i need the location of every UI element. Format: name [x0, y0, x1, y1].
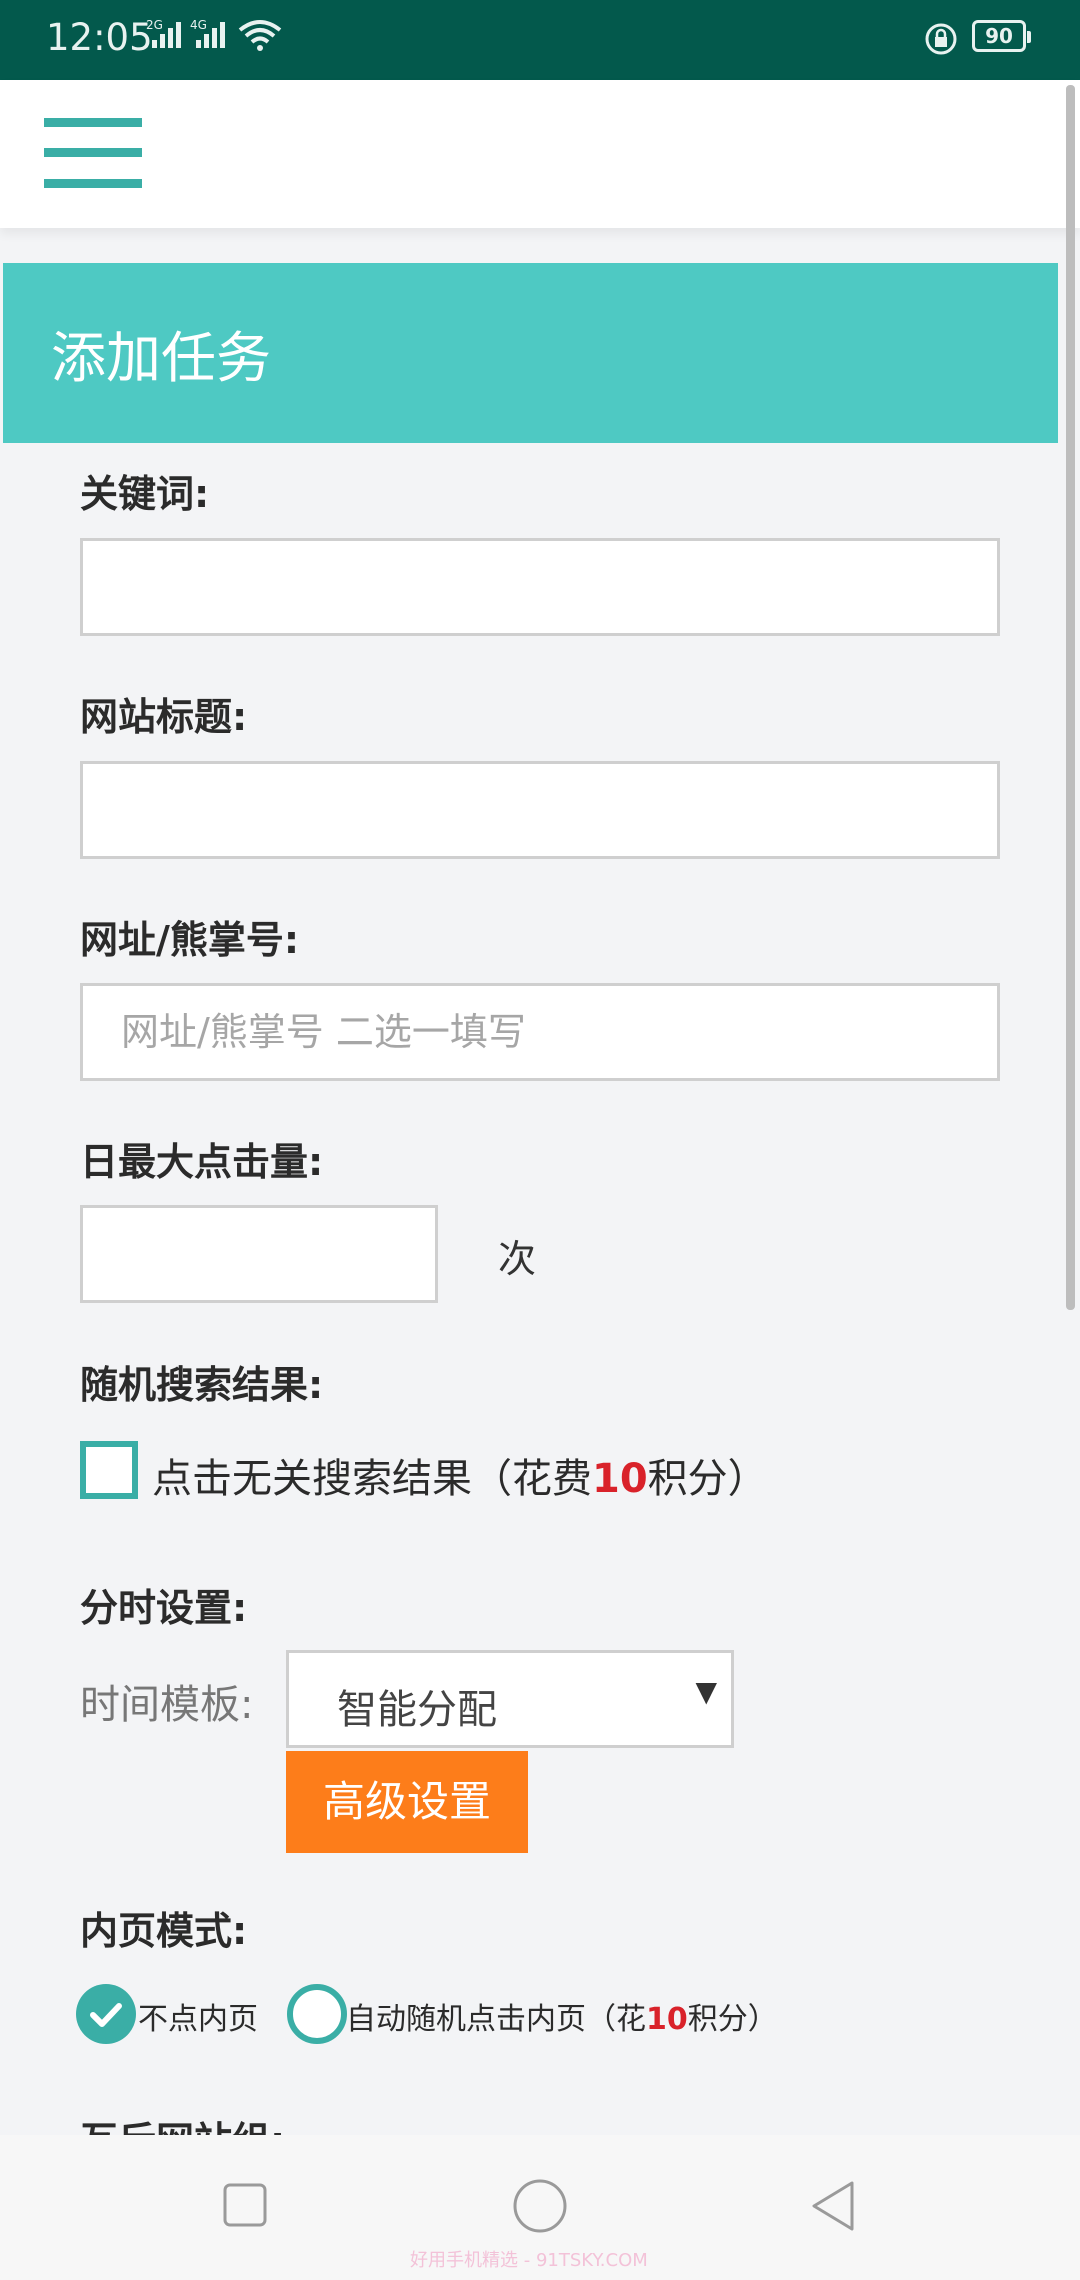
time-share-label: 分时设置:: [80, 1586, 248, 1630]
site-title-input[interactable]: [80, 761, 1000, 859]
url-input[interactable]: [80, 983, 1000, 1081]
checkbox-text-before: 点击无关搜索结果（花费: [152, 1456, 592, 1502]
daily-clicks-input[interactable]: [80, 1205, 438, 1303]
inner-page-label: 内页模式:: [80, 1909, 248, 1953]
app-header: [0, 80, 1080, 228]
scrollbar[interactable]: [1066, 85, 1075, 1310]
radio-no-inner-page[interactable]: [76, 1984, 136, 2044]
battery-icon: 90: [972, 20, 1031, 52]
random-search-label: 随机搜索结果:: [80, 1363, 324, 1407]
radio-no-inner-page-label[interactable]: 不点内页: [138, 1994, 258, 2038]
check-icon: [90, 2003, 122, 2027]
page-title-banner: 添加任务: [3, 263, 1058, 443]
exclusive-site-group-label: 互斥网站组:: [80, 2110, 285, 2135]
status-time: 12:05: [46, 16, 153, 59]
page-title: 添加任务: [51, 326, 272, 390]
keyword-input[interactable]: [80, 538, 1000, 636]
advanced-settings-button[interactable]: 高级设置: [286, 1751, 528, 1853]
option2-text-after: 积分）: [687, 2002, 778, 2037]
time-template-select[interactable]: 智能分配 ▼: [286, 1650, 734, 1748]
time-template-value: 智能分配: [337, 1687, 497, 1733]
watermark: 好用手机精选 - 91TSKY.COM: [410, 2250, 648, 2271]
option2-cost: 10: [646, 2002, 688, 2037]
random-search-checkbox-label[interactable]: 点击无关搜索结果（花费10积分）: [152, 1446, 768, 1504]
checkbox-text-after: 积分）: [647, 1456, 768, 1502]
back-icon[interactable]: [808, 2179, 858, 2233]
radio-auto-inner-page[interactable]: [287, 1984, 347, 2044]
rotation-lock-icon: [925, 23, 957, 55]
signal-icon: [152, 22, 181, 48]
time-template-label: 时间模板:: [80, 1682, 254, 1728]
keyword-label: 关键词:: [80, 472, 210, 516]
recent-apps-icon[interactable]: [222, 2182, 268, 2228]
radio-auto-inner-page-label[interactable]: 自动随机点击内页（花10积分）: [346, 1994, 778, 2038]
status-bar: 12:05 2G 4G 90: [0, 0, 1080, 80]
signal-icon-2: [196, 22, 225, 48]
wifi-icon: [238, 20, 282, 51]
random-search-checkbox[interactable]: [80, 1441, 138, 1499]
chevron-down-icon: ▼: [695, 1675, 717, 1708]
site-title-label: 网站标题:: [80, 695, 248, 739]
daily-clicks-label: 日最大点击量:: [80, 1140, 324, 1184]
url-label: 网址/熊掌号:: [80, 918, 300, 962]
daily-clicks-unit: 次: [498, 1237, 537, 1281]
home-icon[interactable]: [512, 2178, 568, 2234]
menu-icon[interactable]: [44, 118, 142, 188]
option2-text-before: 自动随机点击内页（花: [346, 2002, 646, 2037]
checkbox-cost: 10: [592, 1456, 648, 1502]
